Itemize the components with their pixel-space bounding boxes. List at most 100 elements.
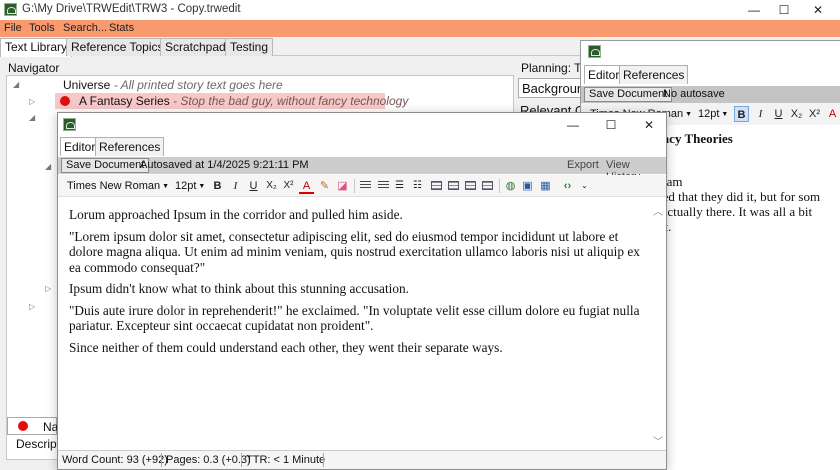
menu-stats[interactable]: Stats — [109, 22, 134, 34]
collapse-arrow-icon[interactable]: ◢ — [13, 80, 19, 89]
underline-icon[interactable]: U — [246, 178, 261, 194]
eraser-icon[interactable]: ◪ — [335, 178, 350, 194]
tab-text-library[interactable]: Text Library — [0, 38, 73, 57]
superscript-icon[interactable]: X² — [807, 106, 822, 122]
save-bar: Save Document Autosaved at 1/4/2025 9:21… — [58, 157, 666, 183]
italic-icon[interactable]: I — [753, 106, 768, 122]
underline-icon[interactable]: U — [771, 106, 786, 122]
maximize-button[interactable]: ☐ — [769, 2, 799, 18]
bullet-list-icon[interactable]: ☰ — [392, 178, 407, 194]
app-logo-icon — [4, 3, 17, 16]
align-center-icon[interactable] — [448, 181, 459, 190]
collapse-arrow-icon[interactable]: ◢ — [45, 162, 51, 171]
status-separator — [161, 453, 162, 467]
close-button[interactable]: ✕ — [803, 2, 833, 18]
menu-file[interactable]: File — [4, 22, 22, 34]
navigator-bottom-item[interactable]: Na — [7, 417, 58, 435]
expand-arrow-icon[interactable]: ▷ — [29, 97, 35, 106]
tab-testing[interactable]: Testing — [225, 38, 274, 56]
insert-link-icon[interactable]: ◍ — [503, 178, 518, 194]
export-link[interactable]: Export — [567, 159, 599, 171]
superscript-icon[interactable]: X² — [281, 178, 296, 194]
scroll-down-icon[interactable]: ﹀ — [652, 433, 664, 448]
outdent-icon[interactable] — [360, 181, 371, 190]
app-logo-icon — [63, 118, 76, 131]
page-count: Pages: 0.3 (+0.3) — [166, 454, 251, 466]
insert-table-icon[interactable]: ▦ — [538, 178, 553, 194]
description-label: Descript — [16, 437, 61, 451]
bold-icon[interactable]: B — [734, 106, 749, 122]
document-paragraph: Lorum approached Ipsum in the corridor a… — [69, 207, 403, 222]
chevron-down-icon: ▼ — [721, 111, 729, 118]
font-color-icon[interactable]: A — [825, 106, 840, 122]
font-family-select[interactable]: Times New Roman▼ — [67, 179, 171, 194]
right-editor-tabs: Editor References — [581, 65, 840, 84]
expand-arrow-icon[interactable]: ▷ — [29, 302, 35, 311]
italic-icon[interactable]: I — [228, 178, 243, 194]
code-view-icon[interactable]: ‹› — [560, 178, 575, 194]
insert-image-icon[interactable]: ▣ — [520, 178, 535, 194]
tree-row-universe[interactable]: ◢ Universe - All printed story text goes… — [7, 77, 513, 93]
chevron-down-icon: ▼ — [685, 111, 693, 118]
autosave-status: Autosaved at 1/4/2025 9:21:11 PM — [140, 159, 309, 171]
save-document-button[interactable]: Save Document — [584, 87, 673, 102]
tree-item-title: Universe — [63, 78, 111, 92]
menu-tools[interactable]: Tools — [29, 22, 55, 34]
align-justify-icon[interactable] — [482, 181, 493, 190]
align-right-icon[interactable] — [465, 181, 476, 190]
status-separator — [241, 453, 242, 467]
tab-reference-topics[interactable]: Reference Topics — [66, 38, 169, 56]
minimize-button[interactable]: — — [558, 117, 588, 133]
font-size-value: 12pt — [698, 108, 720, 120]
bold-icon[interactable]: B — [210, 178, 225, 194]
toolbar-separator — [499, 179, 500, 193]
menu-bar: File Tools Search... Stats — [0, 20, 840, 37]
format-toolbar: Times New Roman ▼ 12pt ▼ B I U X₂ X² A ✎ ◪… — [58, 175, 666, 197]
save-document-button[interactable]: Save Document — [61, 158, 150, 173]
chevron-down-icon: ▼ — [198, 183, 206, 190]
highlight-icon[interactable]: ✎ — [317, 178, 332, 194]
tree-item-desc: - All printed story text goes here — [110, 78, 283, 92]
document-paragraph: Ipsum didn't know what to think about th… — [69, 281, 409, 296]
background-field[interactable]: Backgrour — [518, 78, 588, 98]
maximize-button[interactable]: ☐ — [596, 117, 626, 133]
document-paragraph: "Lorem ipsum dolor sit amet, consectetur… — [69, 228, 640, 275]
title-bar: G:\My Drive\TRWEdit\TRW3 - Copy.trwedit … — [0, 0, 840, 20]
font-size-select[interactable]: 12pt ▼ — [698, 107, 732, 122]
editor-window[interactable]: — ☐ ✕ Editor References Save Document Au… — [57, 112, 667, 470]
window-title: G:\My Drive\TRWEdit\TRW3 - Copy.trwedit — [22, 3, 241, 15]
document-body[interactable]: Lorum approached Ipsum in the corridor a… — [69, 207, 649, 361]
minimize-button[interactable]: — — [739, 2, 769, 18]
chevron-down-icon: ▼ — [162, 183, 170, 190]
font-color-icon[interactable]: A — [299, 178, 314, 194]
document-paragraph: Since neither of them could understand e… — [69, 339, 503, 355]
status-separator — [323, 453, 324, 467]
document-line: vas actually there. It was all a bit — [641, 204, 813, 219]
right-document-text[interactable]: spiracy Theories d it? a dream eamed tha… — [641, 131, 820, 234]
document-line: d it? — [641, 159, 820, 174]
tab-editor[interactable]: Editor — [60, 137, 100, 156]
subscript-icon[interactable]: X₂ — [264, 178, 279, 194]
planning-label: Planning: T — [521, 61, 582, 75]
tab-references[interactable]: References — [619, 65, 689, 84]
editor-tabs: Editor References — [58, 137, 666, 156]
indent-icon[interactable] — [378, 181, 389, 190]
menu-search[interactable]: Search... — [63, 22, 107, 34]
tab-editor[interactable]: Editor — [584, 65, 624, 84]
collapse-arrow-icon[interactable]: ◢ — [29, 113, 35, 122]
tab-references[interactable]: References — [95, 137, 165, 156]
right-save-bar: Save Document No autosave — [581, 86, 840, 103]
status-bar: Word Count: 93 (+92) Pages: 0.3 (+0.3) T… — [58, 450, 666, 469]
numbered-list-icon[interactable]: ☷ — [410, 178, 425, 194]
toolbar-overflow-icon[interactable]: ⌄ — [577, 178, 592, 194]
scroll-up-icon[interactable]: ︿ — [652, 203, 664, 218]
font-size-select[interactable]: 12pt ▼ — [175, 179, 209, 194]
align-left-icon[interactable] — [431, 181, 442, 190]
subscript-icon[interactable]: X₂ — [789, 106, 804, 122]
close-button[interactable]: ✕ — [634, 117, 664, 133]
tab-scratchpad[interactable]: Scratchpad — [160, 38, 231, 56]
tree-row-fantasy-series[interactable]: A Fantasy Series - Stop the bad guy, wit… — [55, 93, 408, 109]
red-dot-icon — [18, 421, 28, 431]
font-family-value: Times New Roman — [67, 180, 161, 192]
expand-arrow-icon[interactable]: ▷ — [45, 284, 51, 293]
